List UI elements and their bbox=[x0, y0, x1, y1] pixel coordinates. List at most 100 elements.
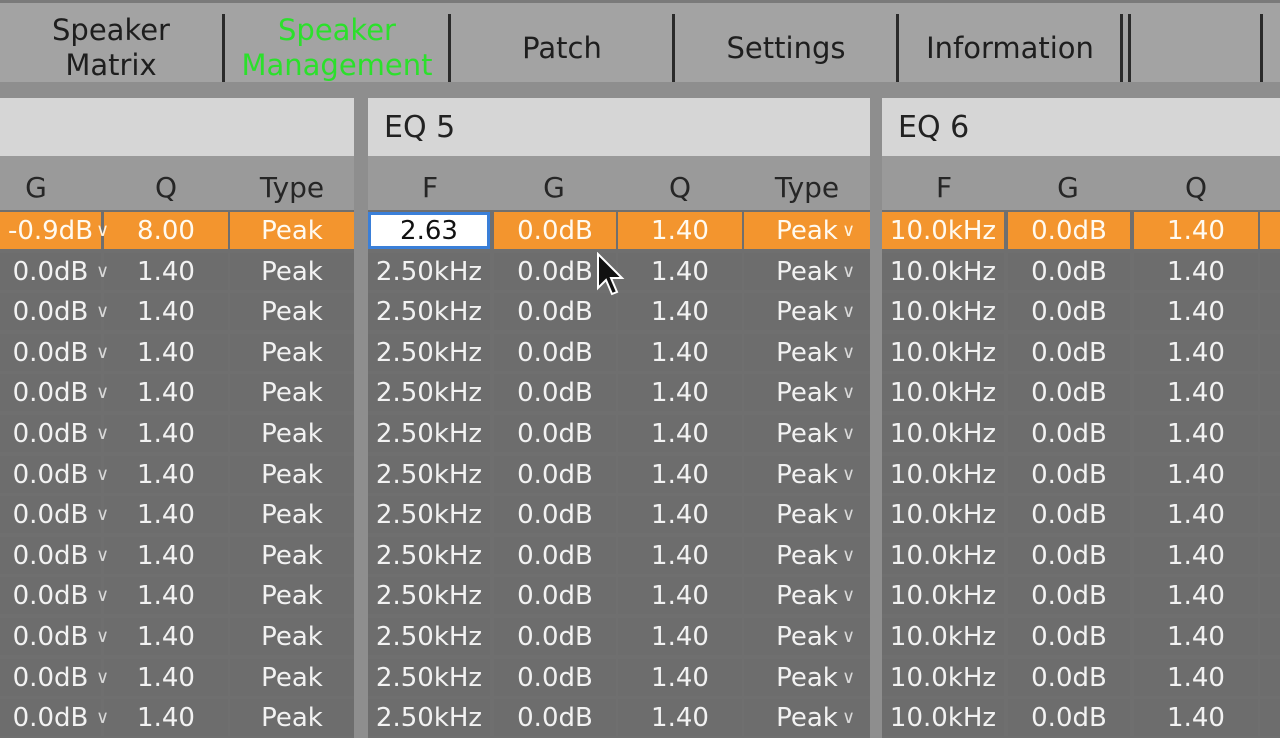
frequency-cell[interactable]: 10.0kHz bbox=[882, 577, 1004, 615]
gain-cell[interactable]: 0.0dB bbox=[494, 293, 616, 331]
table-row[interactable]: 0.0dB 1.40 Peak ∨ bbox=[0, 658, 354, 698]
chevron-down-icon[interactable]: ∨ bbox=[842, 496, 855, 534]
table-row[interactable]: 0.0dB 1.40 Peak ∨ bbox=[0, 293, 354, 332]
q-cell[interactable]: 1.40 bbox=[1134, 293, 1258, 331]
q-cell-clipped[interactable] bbox=[1260, 333, 1280, 371]
frequency-cell[interactable]: 10.0kHz bbox=[882, 415, 1004, 452]
frequency-cell[interactable]: 10.0kHz bbox=[882, 212, 1004, 249]
frequency-cell[interactable]: 2.50kHz bbox=[368, 333, 490, 371]
gain-cell[interactable]: 0.0dB bbox=[494, 455, 616, 493]
gain-cell[interactable]: 0.0dB bbox=[0, 577, 101, 615]
chevron-down-icon[interactable]: ∨ bbox=[842, 699, 855, 737]
frequency-cell[interactable]: 10.0kHz bbox=[882, 496, 1004, 534]
q-cell[interactable]: 1.40 bbox=[104, 333, 228, 371]
chevron-down-icon[interactable]: ∨ bbox=[96, 293, 109, 331]
table-row[interactable]: 0.0dB 1.40 Peak ∨ bbox=[0, 455, 354, 495]
q-cell[interactable]: 1.40 bbox=[1134, 536, 1258, 574]
q-cell[interactable]: 1.40 bbox=[618, 577, 742, 615]
q-cell[interactable]: 1.40 bbox=[104, 536, 228, 574]
type-dropdown[interactable]: Peak bbox=[230, 577, 354, 615]
tab-extra[interactable] bbox=[1132, 14, 1260, 82]
gain-cell[interactable]: 0.0dB bbox=[1008, 415, 1130, 452]
frequency-cell[interactable]: 10.0kHz bbox=[882, 536, 1004, 574]
frequency-cell[interactable]: 10.0kHz bbox=[882, 618, 1004, 655]
gain-cell[interactable]: 0.0dB bbox=[494, 577, 616, 615]
frequency-cell[interactable]: 2.50kHz bbox=[368, 577, 490, 615]
table-row[interactable]: 10.0kHz 0.0dB 1.40 bbox=[882, 536, 1280, 576]
gain-cell[interactable]: 0.0dB bbox=[0, 699, 101, 737]
table-row[interactable]: 0.0dB 1.40 Peak ∨ bbox=[0, 496, 354, 535]
q-cell[interactable]: 1.40 bbox=[618, 293, 742, 331]
type-dropdown[interactable]: Peak bbox=[230, 252, 354, 290]
q-cell[interactable]: 1.40 bbox=[1134, 212, 1258, 249]
tab-speaker-management[interactable]: Speaker Management bbox=[226, 13, 448, 82]
table-row[interactable]: 2.50kHz 0.0dB 1.40 Peak ∨ bbox=[368, 536, 870, 576]
q-cell[interactable]: 1.40 bbox=[104, 658, 228, 696]
chevron-down-icon[interactable]: ∨ bbox=[842, 577, 855, 615]
q-cell[interactable]: 1.40 bbox=[104, 699, 228, 737]
q-cell[interactable]: 1.40 bbox=[104, 415, 228, 452]
gain-cell[interactable]: 0.0dB bbox=[0, 455, 101, 493]
gain-cell[interactable]: 0.0dB bbox=[494, 415, 616, 452]
frequency-cell[interactable]: 10.0kHz bbox=[882, 699, 1004, 737]
chevron-down-icon[interactable]: ∨ bbox=[842, 618, 855, 656]
gain-cell[interactable]: 0.0dB bbox=[0, 293, 101, 331]
q-cell[interactable]: 1.40 bbox=[104, 577, 228, 615]
q-cell[interactable]: 1.40 bbox=[1134, 333, 1258, 371]
frequency-cell[interactable]: 2.50kHz bbox=[368, 455, 490, 493]
table-row[interactable]: 10.0kHz 0.0dB 1.40 bbox=[882, 618, 1280, 657]
q-cell[interactable]: 1.40 bbox=[104, 252, 228, 290]
gain-cell[interactable]: 0.0dB bbox=[0, 333, 101, 371]
type-dropdown[interactable]: Peak bbox=[230, 658, 354, 696]
gain-cell[interactable]: 0.0dB bbox=[494, 374, 616, 412]
gain-cell[interactable]: 0.0dB bbox=[1008, 618, 1130, 655]
q-cell[interactable]: 1.40 bbox=[1134, 618, 1258, 655]
chevron-down-icon[interactable]: ∨ bbox=[842, 415, 855, 453]
frequency-cell[interactable]: 10.0kHz bbox=[882, 252, 1004, 290]
table-row[interactable]: 2.50kHz 0.0dB 1.40 Peak ∨ bbox=[368, 577, 870, 616]
frequency-cell[interactable]: 10.0kHz bbox=[882, 658, 1004, 696]
table-row[interactable]: 2.50kHz 0.0dB 1.40 Peak ∨ bbox=[368, 374, 870, 413]
gain-cell[interactable]: 0.0dB bbox=[494, 658, 616, 696]
table-row[interactable]: 0.0dB 1.40 Peak ∨ bbox=[0, 577, 354, 616]
type-dropdown[interactable]: Peak bbox=[230, 212, 354, 249]
gain-cell[interactable]: 0.0dB bbox=[494, 536, 616, 574]
chevron-down-icon[interactable]: ∨ bbox=[842, 253, 855, 291]
gain-cell[interactable]: 0.0dB bbox=[1008, 212, 1130, 249]
tab-information[interactable]: Information bbox=[900, 14, 1120, 82]
q-cell-clipped[interactable] bbox=[1260, 699, 1280, 737]
chevron-down-icon[interactable]: ∨ bbox=[96, 374, 109, 412]
table-row[interactable]: 10.0kHz 0.0dB 1.40 bbox=[882, 374, 1280, 413]
q-cell-clipped[interactable] bbox=[1260, 496, 1280, 534]
q-cell-clipped[interactable] bbox=[1260, 455, 1280, 493]
chevron-down-icon[interactable]: ∨ bbox=[96, 212, 109, 250]
table-row[interactable]: 10.0kHz 0.0dB 1.40 bbox=[882, 699, 1280, 738]
table-row[interactable]: 0.0dB 1.40 Peak ∨ bbox=[0, 374, 354, 413]
q-cell[interactable]: 1.40 bbox=[618, 618, 742, 655]
type-dropdown[interactable]: Peak bbox=[230, 293, 354, 331]
q-cell-clipped[interactable] bbox=[1260, 658, 1280, 696]
frequency-cell[interactable]: 2.50kHz bbox=[368, 658, 490, 696]
type-dropdown[interactable]: Peak bbox=[230, 374, 354, 412]
frequency-cell[interactable]: 2.50kHz bbox=[368, 536, 490, 574]
table-row[interactable]: 2.50kHz 0.0dB 1.40 Peak ∨ bbox=[368, 293, 870, 332]
chevron-down-icon[interactable]: ∨ bbox=[96, 659, 109, 697]
q-cell[interactable]: 1.40 bbox=[1134, 658, 1258, 696]
table-row[interactable]: 2.50kHz 0.0dB 1.40 Peak ∨ bbox=[368, 658, 870, 698]
q-cell[interactable]: 1.40 bbox=[104, 618, 228, 655]
table-row[interactable]: 0.0dB 1.40 Peak ∨ bbox=[0, 618, 354, 657]
type-dropdown[interactable]: Peak bbox=[230, 455, 354, 493]
q-cell[interactable]: 1.40 bbox=[618, 374, 742, 412]
q-cell-clipped[interactable] bbox=[1260, 415, 1280, 452]
q-cell-clipped[interactable] bbox=[1260, 212, 1280, 249]
chevron-down-icon[interactable]: ∨ bbox=[842, 212, 855, 250]
q-cell[interactable]: 1.40 bbox=[1134, 415, 1258, 452]
table-row[interactable]: 0.0dB 1.40 Peak ∨ bbox=[0, 415, 354, 454]
table-row[interactable]: 10.0kHz 0.0dB 1.40 bbox=[882, 252, 1280, 292]
chevron-down-icon[interactable]: ∨ bbox=[842, 334, 855, 372]
frequency-cell[interactable]: 10.0kHz bbox=[882, 455, 1004, 493]
chevron-down-icon[interactable]: ∨ bbox=[842, 537, 855, 575]
gain-cell[interactable]: 0.0dB bbox=[1008, 252, 1130, 290]
chevron-down-icon[interactable]: ∨ bbox=[96, 618, 109, 656]
q-cell[interactable]: 1.40 bbox=[618, 252, 742, 290]
